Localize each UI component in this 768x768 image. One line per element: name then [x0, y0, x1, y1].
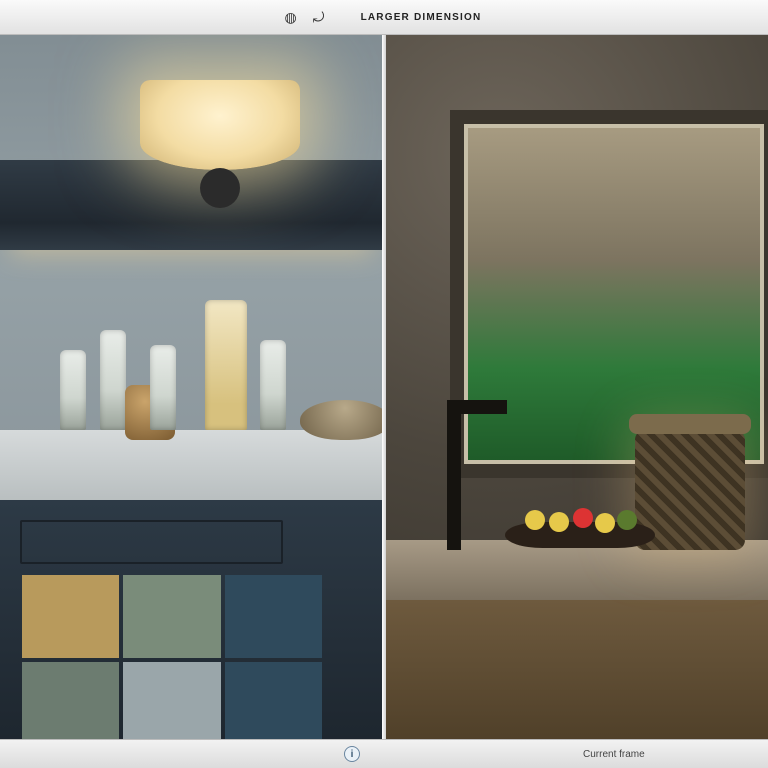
pin-icon[interactable]: ◍ [277, 5, 305, 29]
left-image [0, 0, 383, 768]
toolbar: ◍ ⤾ LARGER DIMENSION [0, 0, 768, 35]
status-caption: Current frame [583, 749, 645, 760]
left-pane [0, 0, 385, 768]
status-bar: i Current frame [0, 739, 768, 768]
right-pane-title: LARGER DIMENSION [351, 12, 492, 23]
right-image [385, 0, 768, 768]
right-pane [385, 0, 768, 768]
reset-icon[interactable]: ⤾ [305, 5, 333, 29]
info-icon[interactable]: i [344, 746, 360, 762]
split-divider[interactable] [382, 0, 386, 768]
